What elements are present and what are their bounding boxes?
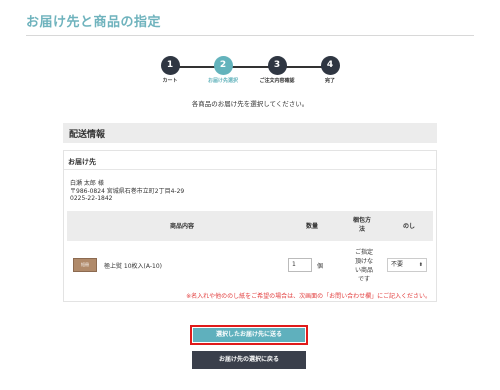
highlight-frame: 選択したお届け先に送る [190, 325, 308, 345]
header-packing-line: 法 [358, 226, 365, 233]
recipient-phone: 0225-22-1842 [70, 195, 113, 202]
page-title: お届け先と商品の指定 [26, 15, 162, 30]
select-arrow-icon: ⬍ [418, 262, 423, 268]
table-header: 商品内容 数量 梱包方 法 のし [67, 211, 433, 241]
packing-note-line: ご指定 [354, 249, 373, 256]
back-to-selection-button[interactable]: お届け先の選択に戻る [192, 351, 306, 369]
destination-divider [64, 169, 436, 170]
header-noshi: のし [402, 223, 415, 230]
packing-note-line: です [357, 276, 370, 283]
product-thumbnail: 短冊 [73, 258, 97, 272]
packing-note-line: 頂けな [354, 258, 373, 265]
shipping-section-header: 配送情報 [63, 123, 437, 143]
packing-note-line: い商品 [354, 267, 373, 274]
destination-panel: お届け先 白瀬 太郎 様 〒986-0824 宮城県石巻市立町2丁目4-29 0… [63, 150, 437, 302]
packing-note: ご指定 頂けな い商品 です [346, 248, 382, 284]
quantity-input[interactable]: 1 [288, 258, 312, 272]
step-label: ご注文内容確認 [259, 78, 295, 84]
step-destination: 2 お届け先選択 [193, 56, 253, 84]
header-item: 商品内容 [169, 223, 194, 230]
step-confirm: 3 ご注文内容確認 [247, 56, 307, 84]
destination-label: お届け先 [68, 158, 96, 166]
step-number: 2 [213, 56, 233, 75]
product-name: 極上熨 10枚入(A-10) [104, 263, 162, 270]
header-qty: 数量 [305, 223, 318, 230]
header-packing: 梱包方 法 [347, 216, 377, 234]
step-label: カート [162, 78, 178, 84]
step-cart: 1 カート [140, 56, 200, 84]
section-title: 配送情報 [69, 130, 106, 140]
noshi-notice: ※名入れや他ののし紙をご希望の場合は、次画面の「お問い合わせ欄」にご記入ください… [186, 293, 431, 300]
step-complete: 4 完了 [300, 56, 360, 84]
instruction-text: 各商品のお届け先を選択してください。 [191, 100, 309, 108]
header-packing-line: 梱包方 [352, 217, 371, 224]
noshi-selected-value: 不要 [391, 261, 404, 268]
quantity-unit: 個 [317, 263, 324, 270]
step-label: お届け先選択 [207, 78, 238, 84]
recipient-address: 〒986-0824 宮城県石巻市立町2丁目4-29 [70, 188, 185, 195]
step-number: 1 [160, 56, 180, 75]
step-number: 3 [267, 56, 287, 75]
checkout-progress: 1 カート 2 お届け先選択 3 ご注文内容確認 4 完了 [150, 56, 350, 88]
step-label: 完了 [324, 78, 335, 84]
send-to-selected-button[interactable]: 選択したお届け先に送る [193, 328, 305, 342]
noshi-select[interactable]: 不要 ⬍ [387, 258, 427, 272]
title-divider [26, 35, 474, 36]
step-number: 4 [320, 56, 340, 75]
